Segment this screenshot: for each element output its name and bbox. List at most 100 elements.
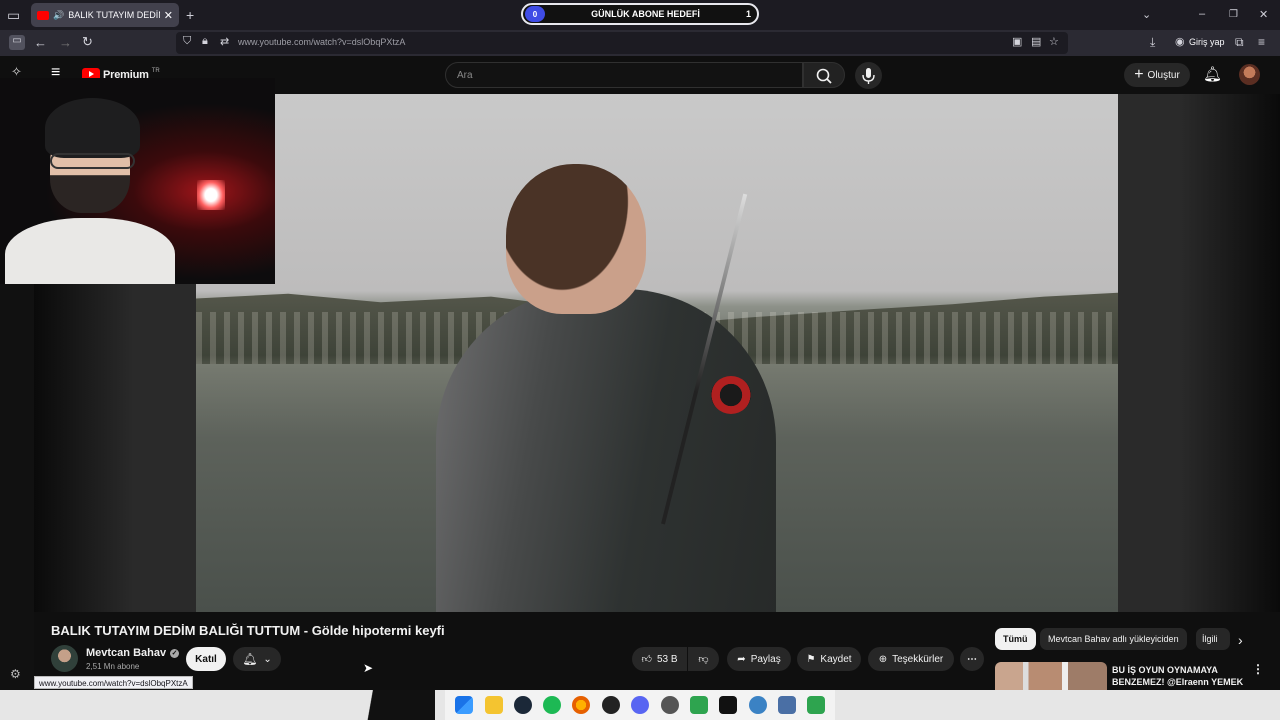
plus-icon: + [1134, 66, 1144, 83]
stream-app-icon-2[interactable] [807, 696, 825, 714]
goal-title: GÜNLÜK ABONE HEDEFİ [591, 9, 700, 19]
like-icon: 👍︎ [641, 654, 652, 665]
more-icon: ⋯ [967, 653, 977, 665]
firefox-icon[interactable] [572, 696, 590, 714]
channel-name-text: Mevtcan Bahav [86, 647, 167, 659]
avatar[interactable] [1239, 64, 1260, 85]
extensions-icon[interactable]: ⧉ [1235, 35, 1244, 50]
window-close-icon[interactable]: ✕ [1259, 8, 1268, 22]
settings-icon[interactable]: ⚙ [10, 667, 21, 681]
search-button[interactable] [803, 62, 845, 88]
suggested-video-thumbnail[interactable] [995, 662, 1107, 690]
chevron-down-icon: ⌄ [263, 653, 272, 665]
save-label: Kaydet [820, 653, 852, 665]
fisherman-head [506, 164, 646, 314]
dislike-button[interactable]: 👎︎ [688, 647, 719, 671]
taskbar-shadow [365, 690, 435, 720]
channel-name[interactable]: Mevtcan Bahav ✓ [86, 647, 180, 659]
speaker-icon[interactable]: 🔊 [53, 10, 64, 21]
search-icon [816, 68, 832, 84]
sidebar-icon[interactable]: ▭ [9, 35, 25, 50]
chevron-down-icon[interactable]: ⌄ [1142, 8, 1151, 22]
thanks-button[interactable]: ⊕ Teşekkürler [868, 647, 954, 671]
permissions-icon[interactable]: ⇄ [220, 35, 229, 48]
bell-icon: 🔔︎ [242, 652, 258, 666]
share-button[interactable]: ➦ Paylaş [727, 647, 791, 671]
shield-icon[interactable]: ⛉ [183, 35, 191, 48]
tab-list-icon[interactable]: ▭ [7, 8, 20, 22]
reader-view-icon[interactable]: ▤ [1031, 35, 1041, 48]
notifications-button[interactable]: 🔔︎ ⌄ [233, 647, 281, 671]
obs-icon[interactable] [602, 696, 620, 714]
fisherman-jacket [436, 289, 776, 612]
streamer [5, 98, 175, 284]
logo-region: TR [151, 67, 160, 74]
spotify-icon[interactable] [543, 696, 561, 714]
back-icon[interactable]: ← [34, 35, 47, 50]
subscriber-count: 2,51 Mn abone [86, 662, 140, 671]
search-placeholder: Ara [457, 70, 473, 81]
app-icon[interactable] [661, 696, 679, 714]
tab-title: BALIK TUTAYIM DEDİM BALI [68, 10, 160, 20]
steam-icon[interactable] [514, 696, 532, 714]
create-button[interactable]: + Oluştur [1124, 63, 1190, 87]
forward-icon[interactable]: → [59, 35, 72, 50]
browser-tab-active[interactable]: 🔊 BALIK TUTAYIM DEDİM BALI ✕ [31, 3, 179, 27]
browser-nav-bar: ▭ ← → ↻ ⛉ 🔒︎ ⇄ www.youtube.com/watch?v=d… [0, 30, 1280, 56]
goal-target: 1 [745, 9, 751, 19]
more-icon[interactable]: ⋮ [1252, 662, 1264, 676]
mic-icon [862, 68, 875, 84]
like-button[interactable]: 👍︎ 53 B [632, 647, 687, 671]
voice-search-button[interactable] [855, 62, 882, 89]
discord-icon[interactable] [631, 696, 649, 714]
mouse-cursor-icon: ➤ [363, 661, 374, 675]
url-text[interactable]: www.youtube.com/watch?v=dslObqPXtzA [238, 37, 405, 47]
channel-avatar[interactable] [51, 645, 78, 672]
close-icon[interactable]: ✕ [164, 9, 173, 22]
reload-icon[interactable]: ↻ [82, 34, 93, 50]
thanks-icon: ⊕ [878, 653, 888, 665]
share-icon: ➦ [737, 653, 746, 665]
address-bar[interactable]: ⛉ 🔒︎ ⇄ www.youtube.com/watch?v=dslObqPXt… [176, 32, 1068, 54]
dislike-icon: 👎︎ [698, 654, 709, 665]
menu-icon[interactable]: ≡ [1258, 35, 1265, 49]
streamer-glasses [50, 153, 135, 169]
app-icon-2[interactable] [719, 696, 737, 714]
minimize-icon[interactable]: – [1199, 7, 1205, 21]
picture-in-picture-icon[interactable]: ▣ [1012, 35, 1022, 48]
search-input[interactable]: Ara [445, 62, 803, 88]
chip-all[interactable]: Tümü [995, 628, 1036, 650]
file-explorer-icon[interactable] [485, 696, 503, 714]
status-url: www.youtube.com/watch?v=dslObqPXtzA [34, 676, 193, 689]
plus-icon[interactable]: + [186, 8, 194, 22]
streamer-hair [45, 98, 140, 158]
video-frame[interactable] [196, 94, 1118, 612]
settings-app-icon[interactable] [749, 696, 767, 714]
webcam-overlay [0, 78, 275, 284]
subscriber-goal-overlay: 0 GÜNLÜK ABONE HEDEFİ 1 [521, 3, 759, 25]
verified-icon: ✓ [170, 648, 180, 658]
chip-related[interactable]: İlgili [1196, 628, 1230, 650]
suggested-title-line-1: BU İŞ OYUN OYNAMAYA [1112, 665, 1218, 675]
save-button[interactable]: ⚑ Kaydet [797, 647, 861, 671]
chevron-right-icon[interactable]: › [1238, 632, 1243, 648]
lock-icon[interactable]: 🔒︎ [202, 35, 208, 48]
create-label: Oluştur [1147, 69, 1180, 81]
restore-icon[interactable]: ❐ [1229, 8, 1238, 22]
app-icon-3[interactable] [778, 696, 796, 714]
bell-icon[interactable]: 🔔︎ [1203, 65, 1222, 83]
chip-uploader[interactable]: Mevtcan Bahav adlı yükleyiciden [1040, 628, 1187, 650]
streamer-shirt [5, 218, 175, 284]
join-button[interactable]: Katıl [186, 647, 226, 671]
sign-in-button[interactable]: Giriş yap [1189, 37, 1225, 47]
goal-current: 0 [525, 6, 545, 22]
bookmark-star-icon[interactable]: ☆ [1049, 35, 1059, 48]
share-label: Paylaş [750, 653, 781, 665]
account-icon[interactable]: ◉ [1175, 35, 1185, 48]
download-icon[interactable]: ⤓ [1150, 35, 1155, 50]
more-actions-button[interactable]: ⋯ [960, 647, 984, 671]
windows-start-icon[interactable] [455, 696, 473, 714]
webcam-light [197, 180, 225, 210]
stream-app-icon[interactable] [690, 696, 708, 714]
bookmark-icon: ⚑ [806, 653, 816, 665]
